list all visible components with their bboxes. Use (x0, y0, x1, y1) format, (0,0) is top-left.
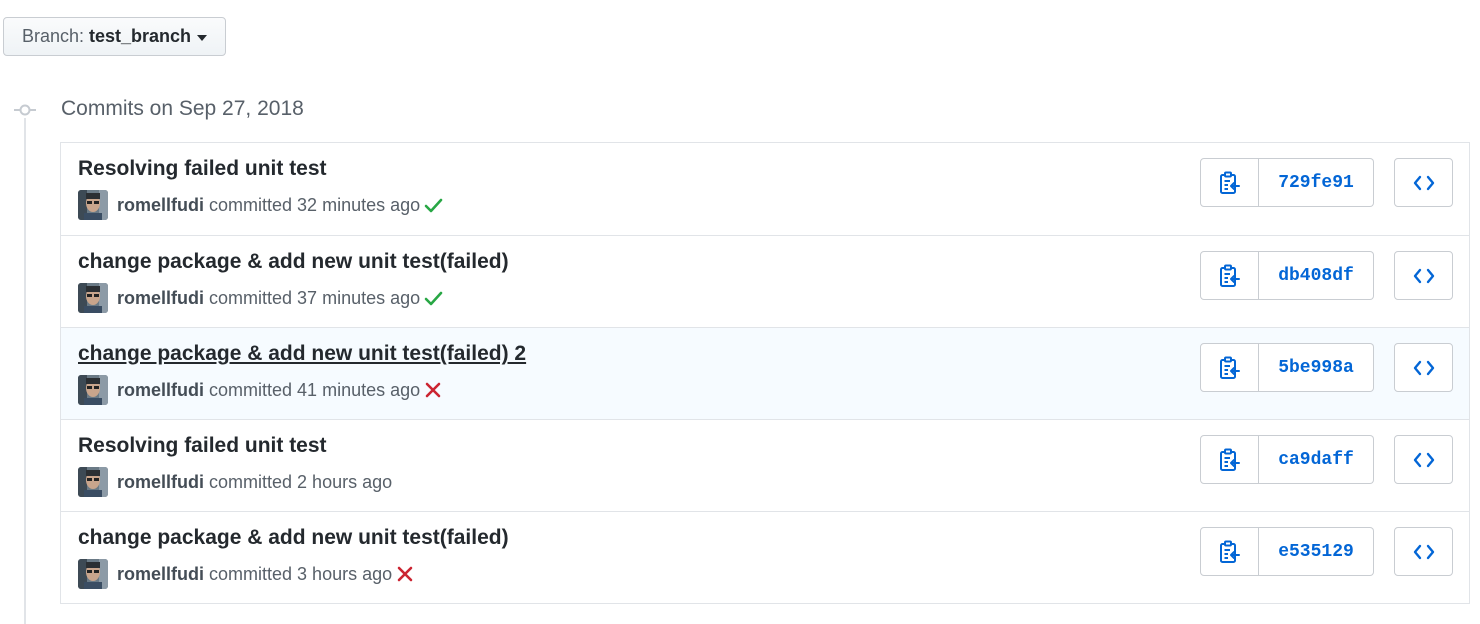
commit-sha-group: e535129 (1200, 527, 1374, 576)
commit-group-title: Commits on Sep 27, 2018 (61, 97, 304, 120)
commit-sha-group: db408df (1200, 251, 1374, 300)
commit-author-link[interactable]: romellfudi (117, 288, 204, 309)
browse-files-button[interactable] (1394, 158, 1453, 207)
commit-title-link[interactable]: change package & add new unit test(faile… (78, 526, 509, 550)
commit-author-link[interactable]: romellfudi (117, 380, 204, 401)
code-icon (1413, 544, 1434, 559)
branch-prefix-label: Branch: (21, 26, 84, 46)
caret-down-icon (197, 34, 208, 41)
avatar[interactable] (78, 283, 108, 313)
check-icon[interactable] (423, 289, 443, 307)
browse-files-button[interactable] (1394, 435, 1453, 484)
commit-author-link[interactable]: romellfudi (117, 564, 204, 585)
commit-node-icon (14, 104, 36, 116)
commit-author-link[interactable]: romellfudi (117, 472, 204, 493)
code-icon (1413, 360, 1434, 375)
commit-row: Resolving failed unit test romellfudi co… (61, 419, 1469, 511)
commit-title-link[interactable]: Resolving failed unit test (78, 157, 327, 181)
clippy-icon (1219, 448, 1240, 471)
commit-row: Resolving failed unit test romellfudi co… (61, 143, 1469, 235)
avatar[interactable] (78, 467, 108, 497)
timeline-line (24, 118, 26, 624)
commit-sha-link[interactable]: 5be998a (1259, 343, 1374, 392)
code-icon (1413, 268, 1434, 283)
code-icon (1413, 175, 1434, 190)
committed-label: committed (209, 287, 293, 308)
copy-sha-button[interactable] (1200, 251, 1259, 300)
avatar[interactable] (78, 375, 108, 405)
avatar[interactable] (78, 559, 108, 589)
browse-files-button[interactable] (1394, 527, 1453, 576)
commit-sha-group: 5be998a (1200, 343, 1374, 392)
commit-time: 32 minutes ago (297, 194, 421, 215)
commit-title-link[interactable]: change package & add new unit test(faile… (78, 250, 509, 274)
branch-select-button[interactable]: Branch: test_branch (3, 17, 226, 56)
commit-time: 41 minutes ago (297, 379, 421, 400)
commit-title-link[interactable]: Resolving failed unit test (78, 434, 327, 458)
avatar[interactable] (78, 190, 108, 220)
commit-row: change package & add new unit test(faile… (61, 235, 1469, 327)
browse-files-button[interactable] (1394, 343, 1453, 392)
committed-label: committed (209, 471, 293, 492)
commit-sha-link[interactable]: db408df (1259, 251, 1374, 300)
commit-meta: romellfudi committed 3 hours ago (78, 559, 415, 589)
clippy-icon (1219, 356, 1240, 379)
commit-sha-group: 729fe91 (1200, 158, 1374, 207)
commit-row: change package & add new unit test(faile… (61, 511, 1469, 603)
clippy-icon (1219, 264, 1240, 287)
commit-time: 2 hours ago (297, 471, 393, 492)
commit-meta: romellfudi committed 2 hours ago (78, 467, 392, 497)
clippy-icon (1219, 171, 1240, 194)
branch-name-label: test_branch (89, 26, 192, 46)
commit-meta: romellfudi committed 32 minutes ago (78, 190, 443, 220)
commits-page: Branch: test_branch Commits on Sep 27, 2… (0, 0, 1480, 624)
copy-sha-button[interactable] (1200, 435, 1259, 484)
check-icon[interactable] (423, 196, 443, 214)
copy-sha-button[interactable] (1200, 343, 1259, 392)
commit-author-link[interactable]: romellfudi (117, 195, 204, 216)
commit-sha-link[interactable]: ca9daff (1259, 435, 1374, 484)
commit-row: change package & add new unit test(faile… (61, 327, 1469, 419)
committed-label: committed (209, 194, 293, 215)
copy-sha-button[interactable] (1200, 527, 1259, 576)
commit-meta: romellfudi committed 41 minutes ago (78, 375, 443, 405)
commit-sha-group: ca9daff (1200, 435, 1374, 484)
committed-label: committed (209, 563, 293, 584)
commit-meta: romellfudi committed 37 minutes ago (78, 283, 443, 313)
x-icon[interactable] (395, 565, 415, 583)
commit-sha-link[interactable]: 729fe91 (1259, 158, 1374, 207)
code-icon (1413, 452, 1434, 467)
commit-sha-link[interactable]: e535129 (1259, 527, 1374, 576)
commit-title-link[interactable]: change package & add new unit test(faile… (78, 342, 526, 366)
clippy-icon (1219, 540, 1240, 563)
committed-label: committed (209, 379, 293, 400)
x-icon[interactable] (423, 381, 443, 399)
browse-files-button[interactable] (1394, 251, 1453, 300)
commit-time: 3 hours ago (297, 563, 393, 584)
copy-sha-button[interactable] (1200, 158, 1259, 207)
commit-time: 37 minutes ago (297, 287, 421, 308)
commit-list: Resolving failed unit test romellfudi co… (60, 142, 1470, 604)
